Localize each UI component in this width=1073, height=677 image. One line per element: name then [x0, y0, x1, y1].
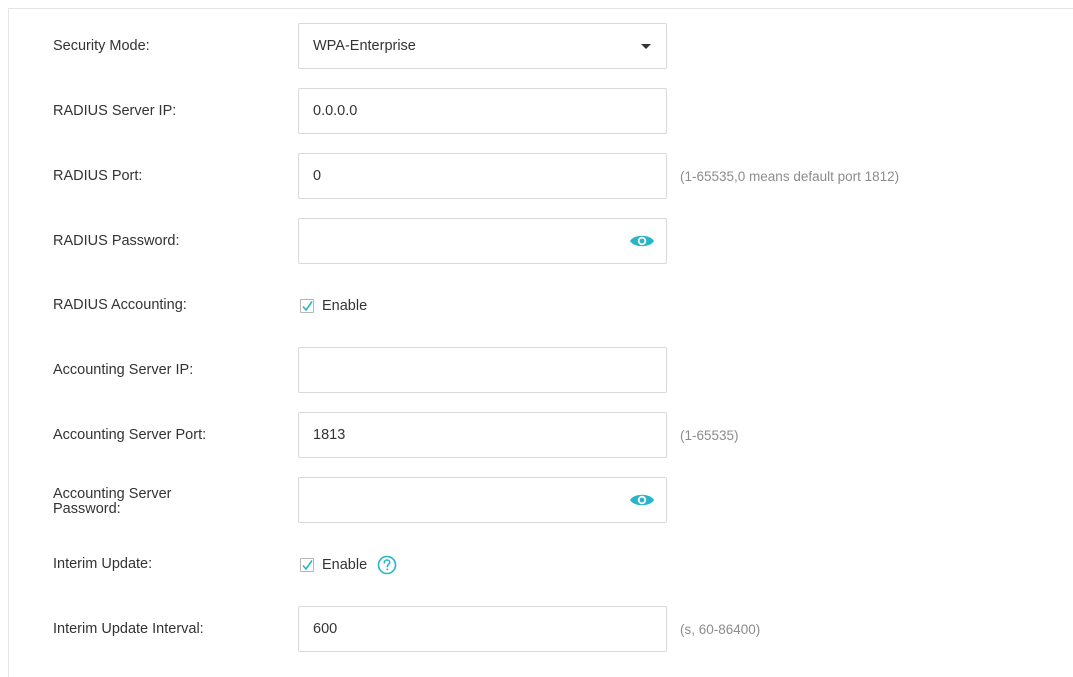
radius-accounting-checkbox-group: Enable — [300, 298, 367, 314]
security-mode-value: WPA-Enterprise — [313, 38, 416, 54]
accounting-server-ip-input[interactable] — [298, 347, 667, 393]
radius-password-input[interactable] — [298, 218, 667, 264]
eye-icon[interactable] — [629, 232, 655, 250]
accounting-server-password-field — [298, 477, 667, 523]
interim-update-enable-label: Enable — [322, 557, 368, 573]
question-circle-icon[interactable] — [377, 555, 397, 575]
radius-password-field — [298, 218, 667, 264]
radius-accounting-enable-label: Enable — [322, 298, 368, 314]
radius-accounting-label: RADIUS Accounting: — [53, 297, 187, 313]
interim-update-interval-label: Interim Update Interval: — [53, 621, 204, 637]
interim-update-interval-input[interactable] — [298, 606, 667, 652]
interim-update-interval-hint: (s, 60-86400) — [680, 622, 761, 637]
interim-update-label: Interim Update: — [53, 556, 153, 572]
radius-server-ip-label: RADIUS Server IP: — [53, 103, 177, 119]
interim-update-checkbox[interactable] — [300, 558, 314, 572]
security-mode-label: Security Mode: — [53, 38, 150, 54]
radius-port-label: RADIUS Port: — [53, 168, 143, 184]
accounting-server-password-label-line2: Password: — [53, 501, 121, 517]
interim-update-checkbox-group: Enable — [300, 555, 397, 575]
chevron-down-icon — [641, 44, 651, 49]
radius-accounting-checkbox[interactable] — [300, 299, 314, 313]
security-mode-select[interactable]: WPA-Enterprise — [298, 23, 667, 69]
radius-password-label: RADIUS Password: — [53, 233, 180, 249]
checkmark-icon — [302, 560, 313, 571]
accounting-server-port-input[interactable] — [298, 412, 667, 458]
accounting-server-port-hint: (1-65535) — [680, 428, 739, 443]
accounting-server-password-label-line1: Accounting Server — [53, 486, 172, 502]
accounting-server-password-input[interactable] — [298, 477, 667, 523]
radius-server-ip-input[interactable] — [298, 88, 667, 134]
accounting-server-ip-label: Accounting Server IP: — [53, 362, 194, 378]
checkmark-icon — [302, 301, 313, 312]
radius-port-input[interactable] — [298, 153, 667, 199]
eye-icon[interactable] — [629, 491, 655, 509]
accounting-server-port-label: Accounting Server Port: — [53, 427, 207, 443]
radius-port-hint: (1-65535,0 means default port 1812) — [680, 169, 900, 184]
